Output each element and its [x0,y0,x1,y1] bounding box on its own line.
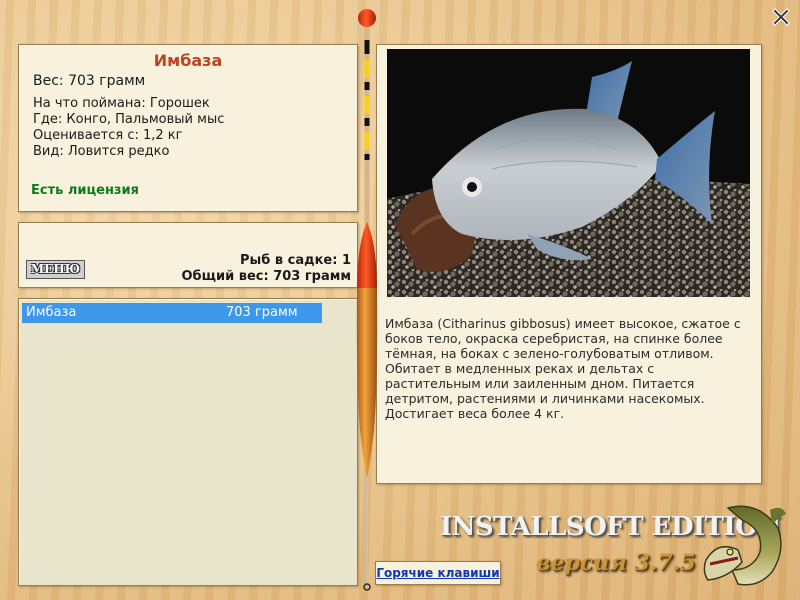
cage-panel: МЕНЮ Рыб в садке: 1 Общий вес: 703 грамм [18,222,358,288]
value-text: Оценивается с: 1,2 кг [33,128,183,143]
fish-weight: Вес: 703 грамм [33,73,146,89]
hotkeys-button[interactable]: Горячие клавиши [375,561,501,585]
license-status: Есть лицензия [31,183,139,198]
cage-fish-count: Рыб в садке: 1 [239,253,351,268]
fishing-float-icon [350,0,384,600]
list-item-name: Имбаза [26,305,77,320]
cage-total-weight: Общий вес: 703 грамм [181,269,351,284]
fish-name-title: Имбаза [153,51,223,70]
catch-list: Имбаза 703 грамм [18,298,358,586]
fish-info-panel: Имбаза Вес: 703 грамм На что поймана: Го… [18,44,358,212]
fish-photo [387,49,750,297]
kind-text: Вид: Ловится редко [33,144,170,159]
caught-on-text: На что поймана: Горошек [33,96,210,111]
brand-version-text: версия 3.7.5 [536,550,696,576]
menu-button[interactable]: МЕНЮ [26,260,85,279]
list-item-weight: 703 грамм [226,305,298,320]
fish-photo-panel: Имбаза (Citharinus gibbosus) имеет высок… [376,44,762,484]
close-icon[interactable] [772,8,790,26]
pike-logo-icon [698,500,790,592]
fish-description: Имбаза (Citharinus gibbosus) имеет высок… [385,316,741,421]
location-text: Где: Конго, Пальмовый мыс [33,112,225,127]
list-item[interactable]: Имбаза 703 грамм [22,303,322,323]
